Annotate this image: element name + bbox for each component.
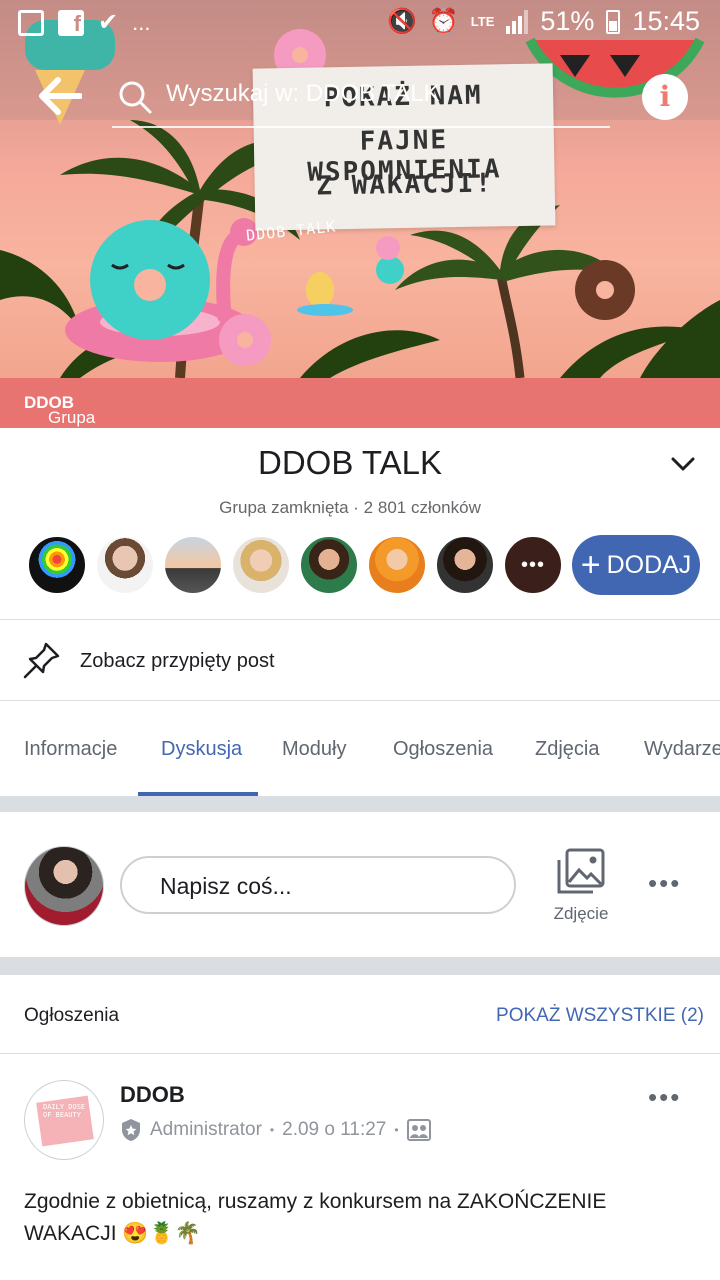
section-separator xyxy=(0,957,720,975)
gallery-icon xyxy=(18,9,44,36)
pinned-post-row[interactable]: Zobacz przypięty post xyxy=(0,620,720,700)
member-avatar[interactable] xyxy=(435,535,495,595)
divider xyxy=(0,700,720,701)
member-avatar[interactable] xyxy=(163,535,223,595)
chevron-down-icon[interactable] xyxy=(670,454,696,474)
mute-icon: 🔇 xyxy=(387,8,417,35)
search-icon xyxy=(119,81,152,114)
add-members-label: DODAJ xyxy=(606,550,692,579)
info-button[interactable]: i xyxy=(642,74,688,120)
member-avatar[interactable] xyxy=(367,535,427,595)
battery-icon xyxy=(606,9,621,34)
show-all-button[interactable]: POKAŻ WSZYSTKIE (2) xyxy=(496,1005,704,1027)
group-title: DDOB TALK xyxy=(258,444,442,481)
post-role: Administrator xyxy=(150,1119,262,1140)
group-subtitle: Grupa zamknięta · 2 801 członków xyxy=(219,498,481,517)
post-author[interactable]: DDOB xyxy=(120,1082,185,1108)
page-group-banner[interactable]: Grupa strony DDOB xyxy=(0,378,720,447)
back-arrow-icon[interactable] xyxy=(36,76,82,116)
tab-informacje[interactable]: Informacje xyxy=(24,738,117,761)
post-text: Zgodnie z obietnicą, ruszamy z konkursem… xyxy=(24,1190,607,1245)
avatar[interactable]: DAILY DOSE OF BEAUTY xyxy=(24,1080,104,1160)
section-separator xyxy=(0,796,720,812)
avatar[interactable] xyxy=(24,846,104,926)
cover-photo[interactable]: POKAŻ NAM FAJNE WSPOMNIENIA Z WAKACJI! D… xyxy=(0,0,720,378)
member-avatar[interactable] xyxy=(231,535,291,595)
lte-label: LTE xyxy=(470,14,495,29)
tab-dyskusja[interactable]: Dyskusja xyxy=(161,738,242,761)
composer-more-button[interactable]: ••• xyxy=(648,868,681,899)
pin-icon xyxy=(23,642,60,679)
battery-percent: 51% xyxy=(540,6,595,36)
clock: 15:45 xyxy=(632,6,700,36)
admin-badge-icon xyxy=(122,1119,140,1141)
post-meta: Administrator • 2.09 o 11:27 • xyxy=(120,1118,431,1142)
search-prefix: Wyszukaj w: xyxy=(166,80,300,107)
tab-ogloszenia[interactable]: Ogłoszenia xyxy=(393,738,493,761)
facebook-icon: f xyxy=(58,9,84,36)
top-bar: Wyszukaj w: DDOB TALK i xyxy=(0,62,720,132)
photo-icon xyxy=(557,848,605,894)
avatar-logo-text: DAILY DOSE OF BEAUTY xyxy=(43,1103,86,1119)
photo-button[interactable]: Zdjęcie xyxy=(546,844,616,928)
add-members-button[interactable]: + DODAJ xyxy=(572,535,700,595)
group-audience-icon xyxy=(406,1119,431,1141)
separator-dot: • xyxy=(394,1123,399,1137)
post-more-button[interactable]: ••• xyxy=(648,1082,681,1113)
member-avatar[interactable] xyxy=(27,535,87,595)
group-tabs: Informacje Dyskusja Moduły Ogłoszenia Zd… xyxy=(0,702,720,796)
write-something-placeholder: Napisz coś... xyxy=(160,873,292,899)
tab-moduly[interactable]: Moduły xyxy=(282,738,346,761)
alarm-icon: ⏰ xyxy=(428,8,459,35)
member-avatar[interactable] xyxy=(299,535,359,595)
search-input[interactable]: Wyszukaj w: DDOB TALK xyxy=(166,80,440,108)
tab-wydarzenia-label: Wydarzenia xyxy=(644,738,720,760)
announcements-header: Ogłoszenia POKAŻ WSZYSTKIE (2) xyxy=(0,975,720,1053)
post-date[interactable]: 2.09 o 11:27 xyxy=(282,1119,386,1141)
status-bar: f ✔ ... 🔇 ⏰ LTE 51% 15:45 xyxy=(0,0,720,48)
download-done-icon: ✔ xyxy=(98,9,119,36)
tab-zdjecia[interactable]: Zdjęcia xyxy=(535,738,599,761)
announcement-post: DAILY DOSE OF BEAUTY DDOB Administrator … xyxy=(0,1054,720,1280)
board-line-3: Z WAKACJI! xyxy=(316,168,494,202)
write-something-input[interactable]: Napisz coś... xyxy=(120,856,516,914)
separator-dot: • xyxy=(269,1123,275,1137)
banner-prefix: Grupa strony xyxy=(48,408,96,447)
more-members-dots: ••• xyxy=(520,554,545,576)
post-composer: Napisz coś... Zdjęcie ••• xyxy=(0,812,720,957)
more-members-avatar[interactable]: ••• xyxy=(503,535,563,595)
search-group-name: DDOB TALK xyxy=(305,80,440,107)
member-avatar[interactable] xyxy=(95,535,155,595)
announcements-title: Ogłoszenia xyxy=(24,1005,120,1026)
photo-label: Zdjęcie xyxy=(553,904,609,923)
group-search-bar[interactable]: Wyszukaj w: DDOB TALK xyxy=(112,62,610,128)
signal-icon xyxy=(506,9,529,34)
pinned-post-label: Zobacz przypięty post xyxy=(80,650,275,672)
more-notifications-icon: ... xyxy=(132,9,151,35)
tab-wydarzenia[interactable]: Wydarzenia xyxy=(644,738,720,761)
plus-icon: + xyxy=(580,546,601,584)
